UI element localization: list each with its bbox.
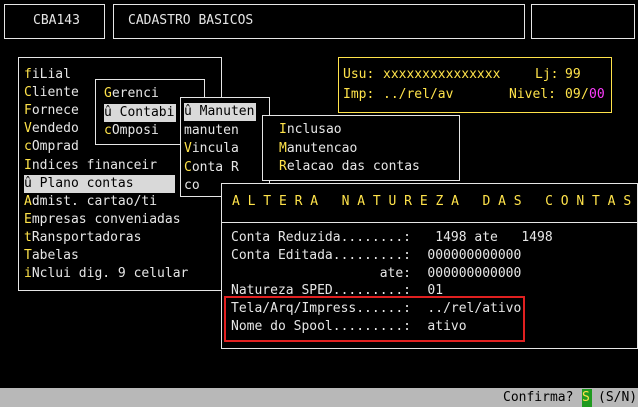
main-menu-hotkey: t xyxy=(24,229,32,245)
level-max-value: 00 xyxy=(589,87,605,102)
dialog-field-value[interactable]: 01 xyxy=(420,282,443,300)
main-menu-item[interactable]: Vendedo xyxy=(24,120,79,138)
manutencao-menu-item[interactable]: Conta R xyxy=(184,159,239,177)
main-menu-label: mpresas conveniadas xyxy=(31,211,181,227)
header-blank-box xyxy=(531,4,635,39)
main-menu-item[interactable]: Cliente xyxy=(24,84,79,102)
manutencao-menu-label: incula xyxy=(191,141,239,156)
dialog-field-value[interactable]: 000000000000 xyxy=(420,247,521,265)
main-menu-hotkey: f xyxy=(24,67,32,82)
main-menu-label: endedo xyxy=(31,121,79,137)
contabil-menu-label: Omposi xyxy=(111,123,159,138)
dialog-field-value[interactable]: 000000000000 xyxy=(420,265,521,283)
level-label: Nivel: xyxy=(509,87,556,102)
acao-menu-hotkey: M xyxy=(279,140,287,156)
confirm-input[interactable]: S xyxy=(582,389,592,407)
screen-title-box: CADASTRO BASICOS xyxy=(113,4,525,39)
acao-menu-item[interactable]: Manutencao xyxy=(279,140,357,158)
manutencao-menu-label: manuten xyxy=(184,122,239,138)
main-menu-label: ornece xyxy=(31,103,79,119)
main-menu-label: dmist. cartao/ti xyxy=(31,193,158,209)
contabil-menu-hotkey: G xyxy=(104,86,112,101)
main-menu-label: abelas xyxy=(31,248,79,263)
main-menu-item[interactable]: tRansportadoras xyxy=(24,229,141,247)
manutencao-menu-item[interactable]: û Manuten xyxy=(184,103,256,121)
main-menu-hotkey: V xyxy=(24,121,32,137)
printer-label: Imp: xyxy=(343,87,375,102)
confirm-prompt: Confirma? xyxy=(503,390,574,405)
main-menu-hotkey: A xyxy=(24,193,32,209)
store-label: Lj: xyxy=(535,67,559,82)
dialog-field-value[interactable]: ../rel/ativo xyxy=(420,300,521,318)
main-menu-hotkey: i xyxy=(24,266,32,282)
dialog-field-label: Tela/Arq/Impress......: xyxy=(231,301,412,317)
main-menu-hotkey: c xyxy=(24,139,32,155)
acao-menu-item[interactable]: Inclusao xyxy=(279,121,342,139)
manutencao-menu-item[interactable]: co xyxy=(184,177,200,195)
main-menu-item[interactable]: fiLial xyxy=(24,66,71,84)
main-menu-label: ndices financeir xyxy=(31,157,158,173)
contabil-menu-label: û Contabi xyxy=(104,104,175,120)
contabil-menu-hotkey: c xyxy=(104,123,112,138)
dialog-field-label: Natureza SPED.........: xyxy=(231,283,412,299)
main-menu-label: Omprad xyxy=(31,139,79,155)
user-label: Usu: xyxy=(343,67,375,82)
manutencao-menu-item[interactable]: manuten xyxy=(184,122,239,140)
main-menu-label: Nclui dig. 9 celular xyxy=(31,266,189,282)
main-menu-item[interactable]: Fornece xyxy=(24,102,79,120)
main-menu-hotkey: E xyxy=(24,211,32,227)
level-value: 09 xyxy=(565,87,581,102)
contabil-menu-item[interactable]: Gerenci xyxy=(104,85,159,103)
program-code-box: CBA143 xyxy=(4,4,105,39)
main-menu-hotkey: T xyxy=(24,248,32,263)
main-menu-item[interactable]: Admist. cartao/ti xyxy=(24,193,157,211)
dialog-divider xyxy=(222,222,637,223)
user-value: xxxxxxxxxxxxxxx xyxy=(383,67,501,82)
acao-menu-hotkey: I xyxy=(279,122,287,137)
contabil-menu-item[interactable]: û Contabi xyxy=(104,103,176,122)
screen-title: CADASTRO BASICOS xyxy=(128,13,254,28)
confirm-options: (S/N) xyxy=(598,390,638,405)
manutencao-menu-item[interactable]: Vincula xyxy=(184,140,239,158)
acao-menu-label: elacao das contas xyxy=(286,159,420,174)
contabil-menu-item[interactable]: cOmposi xyxy=(104,122,159,140)
main-menu-hotkey: C xyxy=(24,85,32,101)
manutencao-menu-label: co xyxy=(184,178,200,193)
acao-menu-label: anutencao xyxy=(286,140,358,156)
main-menu-label: Ransportadoras xyxy=(31,229,142,245)
main-menu-item[interactable]: cOmprad xyxy=(24,138,79,156)
manutencao-menu-label: onta R xyxy=(191,159,239,175)
manutencao-menu-hotkey: V xyxy=(184,141,192,156)
dialog-field-value[interactable]: 1498 ate 1498 xyxy=(420,229,552,247)
level-separator: / xyxy=(581,87,589,102)
main-menu-item[interactable]: Indices financeir xyxy=(24,157,157,175)
acao-menu-item[interactable]: Relacao das contas xyxy=(279,158,420,176)
main-menu-label: liente xyxy=(31,85,79,101)
main-menu-label: iLial xyxy=(31,67,71,82)
dialog-title: A L T E R A N A T U R E Z A D A S C O N … xyxy=(232,194,632,209)
dialog-field-label: ate: xyxy=(231,265,412,281)
dialog-field-value[interactable]: ativo xyxy=(420,318,466,336)
user-info-box: Usu: xxxxxxxxxxxxxxx Lj: 99 Imp: ../rel/… xyxy=(338,57,612,113)
main-menu-item[interactable]: iNclui dig. 9 celular xyxy=(24,265,188,283)
main-menu-item[interactable]: û Plano contas xyxy=(24,174,175,193)
dialog-field-label: Conta Editada.........: xyxy=(231,247,412,263)
main-menu-hotkey: I xyxy=(24,157,32,173)
manutencao-menu-label: û Manuten xyxy=(184,104,255,119)
contabil-menu-label: erenci xyxy=(111,86,159,101)
main-menu-label: û Plano contas xyxy=(24,175,134,191)
program-code: CBA143 xyxy=(33,13,80,28)
main-menu-item[interactable]: Tabelas xyxy=(24,247,79,265)
printer-value: ../rel/av xyxy=(383,87,454,102)
manutencao-menu-hotkey: C xyxy=(184,159,192,175)
dialog-field-label: Nome do Spool.........: xyxy=(231,319,412,334)
dialog-field-label: Conta Reduzida........: xyxy=(231,230,412,245)
acao-menu-hotkey: R xyxy=(279,159,287,174)
main-menu-item[interactable]: Empresas conveniadas xyxy=(24,211,181,229)
main-menu-hotkey: F xyxy=(24,103,32,119)
store-value: 99 xyxy=(565,67,581,82)
acao-menu-label: nclusao xyxy=(286,122,342,137)
